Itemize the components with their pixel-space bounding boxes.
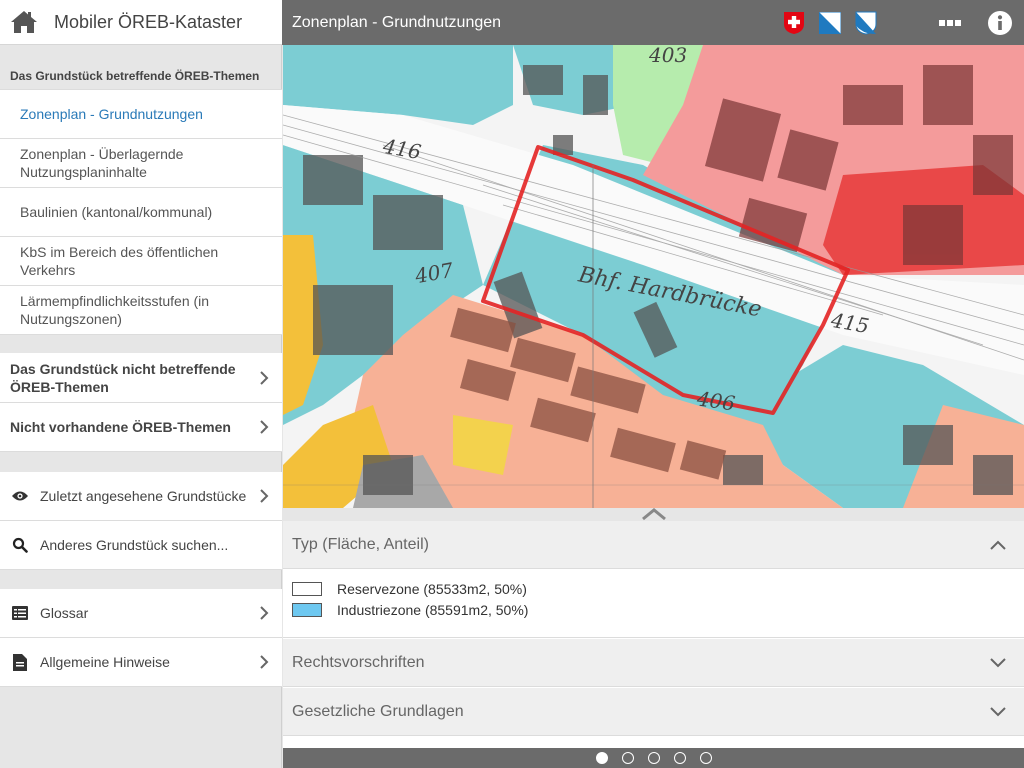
sidebar-header: Mobiler ÖREB-Kataster	[0, 0, 282, 45]
more-icon[interactable]	[938, 11, 962, 35]
glossary-icon	[10, 603, 30, 623]
app-title: Mobiler ÖREB-Kataster	[54, 11, 243, 32]
map-topbar: Zonenplan - Grundnutzungen	[282, 0, 1024, 45]
section-title-concerning: Das Grundstück betreffende ÖREB-Themen	[10, 69, 260, 83]
glossary-label: Glossar	[40, 605, 89, 621]
accordion-type-title: Typ (Fläche, Anteil)	[292, 535, 429, 553]
legend-item: Reservezone (85533m2, 50%)	[292, 581, 527, 597]
recent-parcels-label: Zuletzt angesehene Grundstücke	[40, 488, 247, 504]
pager-dot[interactable]	[699, 752, 712, 764]
pager-dot[interactable]	[621, 752, 634, 764]
eye-icon	[10, 486, 30, 506]
general-notes-row[interactable]: Allgemeine Hinweise	[0, 638, 282, 687]
accordion-gesetz-title: Gesetzliche Grundlagen	[292, 702, 464, 720]
zoning-map[interactable]: Bhf. Hardbrücke 416 407 403 415 406	[283, 45, 1024, 508]
glossary-row[interactable]: Glossar	[0, 589, 282, 638]
map-label-403: 403	[649, 45, 688, 67]
not-concerning-label: Das Grundstück nicht betreffende ÖREB-Th…	[10, 360, 236, 395]
legend-item: Industriezone (85591m2, 50%)	[292, 602, 528, 618]
theme-item-baulinien[interactable]: Baulinien (kantonal/kommunal)	[0, 188, 282, 237]
chevron-right-icon	[252, 650, 276, 674]
accordion-type[interactable]: Typ (Fläche, Anteil)	[283, 521, 1024, 569]
theme-item-grundnutzungen[interactable]: Zonenplan - Grundnutzungen	[0, 90, 282, 139]
search-parcel-label: Anderes Grundstück suchen...	[40, 537, 229, 553]
chevron-right-icon	[252, 366, 276, 390]
document-icon	[10, 652, 30, 672]
map-title: Zonenplan - Grundnutzungen	[292, 13, 502, 31]
swiss-flag-icon[interactable]	[782, 11, 806, 35]
theme-item-laerm[interactable]: Lärmempfindlichkeitsstufen (in Nutzungsz…	[0, 286, 282, 335]
legend-swatch-reservezone	[292, 582, 322, 596]
theme-item-ueberlagernde[interactable]: Zonenplan - Überlagernde Nutzungsplaninh…	[0, 139, 282, 188]
recent-parcels-row[interactable]: Zuletzt angesehene Grundstücke	[0, 472, 282, 521]
search-parcel-row[interactable]: Anderes Grundstück suchen...	[0, 521, 282, 570]
info-icon[interactable]	[988, 10, 1012, 35]
pager-dot[interactable]	[673, 752, 686, 764]
legend-label: Reservezone (85533m2, 50%)	[337, 581, 527, 597]
not-concerning-themes-row[interactable]: Das Grundstück nicht betreffende ÖREB-Th…	[0, 353, 282, 403]
chevron-up-icon	[986, 533, 1010, 557]
pager-dot[interactable]	[647, 752, 660, 764]
legend: Reservezone (85533m2, 50%) Industriezone…	[283, 570, 1024, 638]
info-panel: Typ (Fläche, Anteil) Reservezone (85533m…	[283, 521, 1024, 748]
chevron-right-icon	[252, 484, 276, 508]
panel-toggle-chevron-up-icon[interactable]	[640, 506, 668, 522]
concerning-themes-list: Zonenplan - Grundnutzungen Zonenplan - Ü…	[0, 89, 282, 335]
city-zurich-flag-icon[interactable]	[854, 11, 878, 35]
pager-dot[interactable]	[595, 752, 608, 764]
theme-item-kbs[interactable]: KbS im Bereich des öffentlichen Verkehrs	[0, 237, 282, 286]
legend-swatch-industriezone	[292, 603, 322, 617]
chevron-down-icon	[986, 700, 1010, 724]
map-label-406: 406	[695, 386, 737, 416]
chevron-down-icon	[986, 651, 1010, 675]
legend-label: Industriezone (85591m2, 50%)	[337, 602, 529, 618]
chevron-right-icon	[252, 415, 276, 439]
accordion-gesetzliche[interactable]: Gesetzliche Grundlagen	[283, 688, 1024, 736]
chevron-right-icon	[252, 601, 276, 625]
search-icon	[10, 535, 30, 555]
pager	[283, 748, 1024, 768]
home-icon[interactable]	[10, 8, 38, 36]
not-available-themes-row[interactable]: Nicht vorhandene ÖREB-Themen	[0, 403, 282, 452]
not-available-label: Nicht vorhandene ÖREB-Themen	[10, 419, 231, 435]
accordion-rechts-title: Rechtsvorschriften	[292, 653, 425, 671]
accordion-rechtsvorschriften[interactable]: Rechtsvorschriften	[283, 639, 1024, 687]
canton-zurich-flag-icon[interactable]	[818, 11, 842, 35]
general-notes-label: Allgemeine Hinweise	[40, 654, 170, 670]
sidebar: Mobiler ÖREB-Kataster Das Grundstück bet…	[0, 0, 282, 768]
